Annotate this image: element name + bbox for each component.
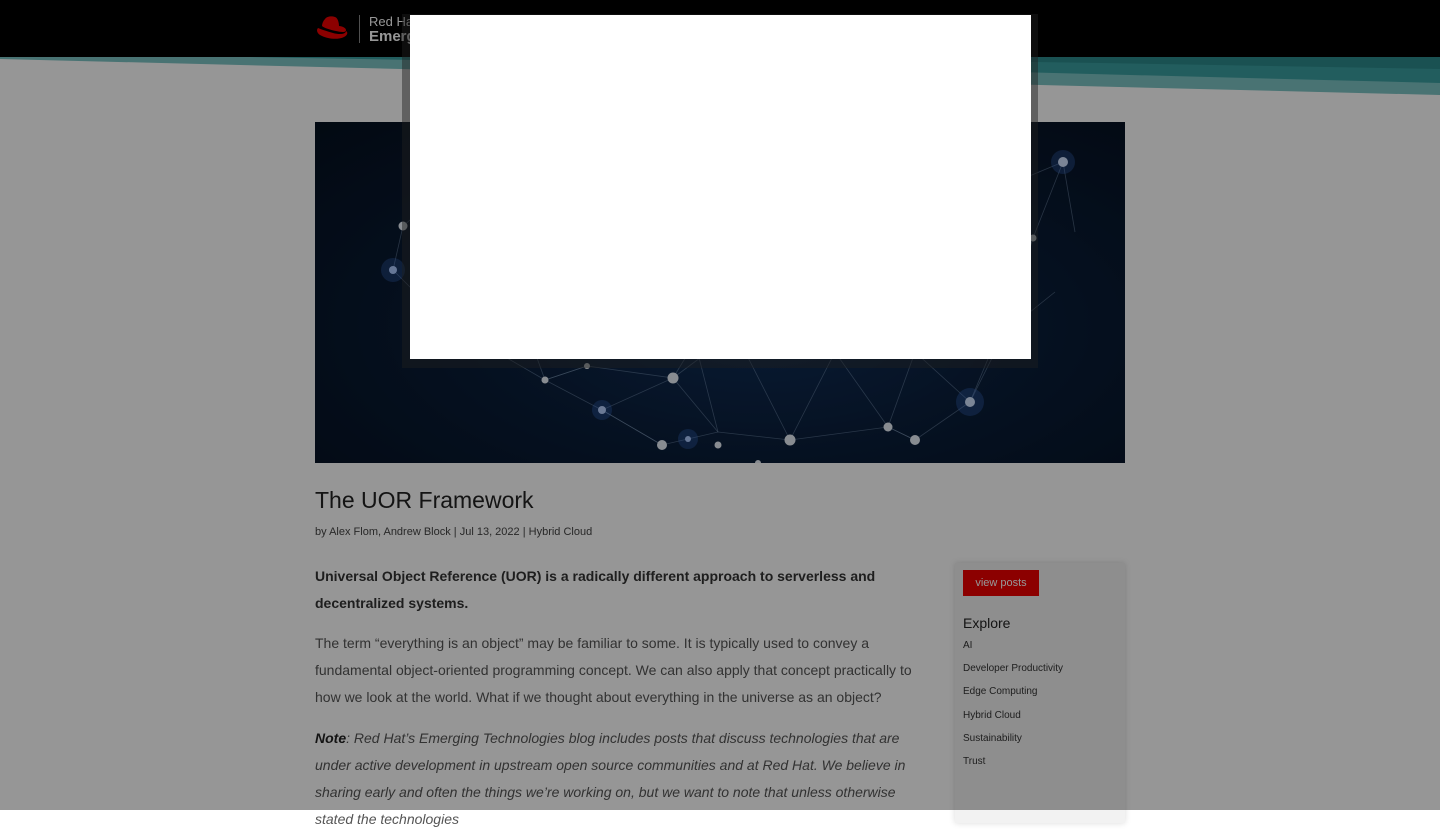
modal-dialog[interactable]	[410, 15, 1031, 359]
